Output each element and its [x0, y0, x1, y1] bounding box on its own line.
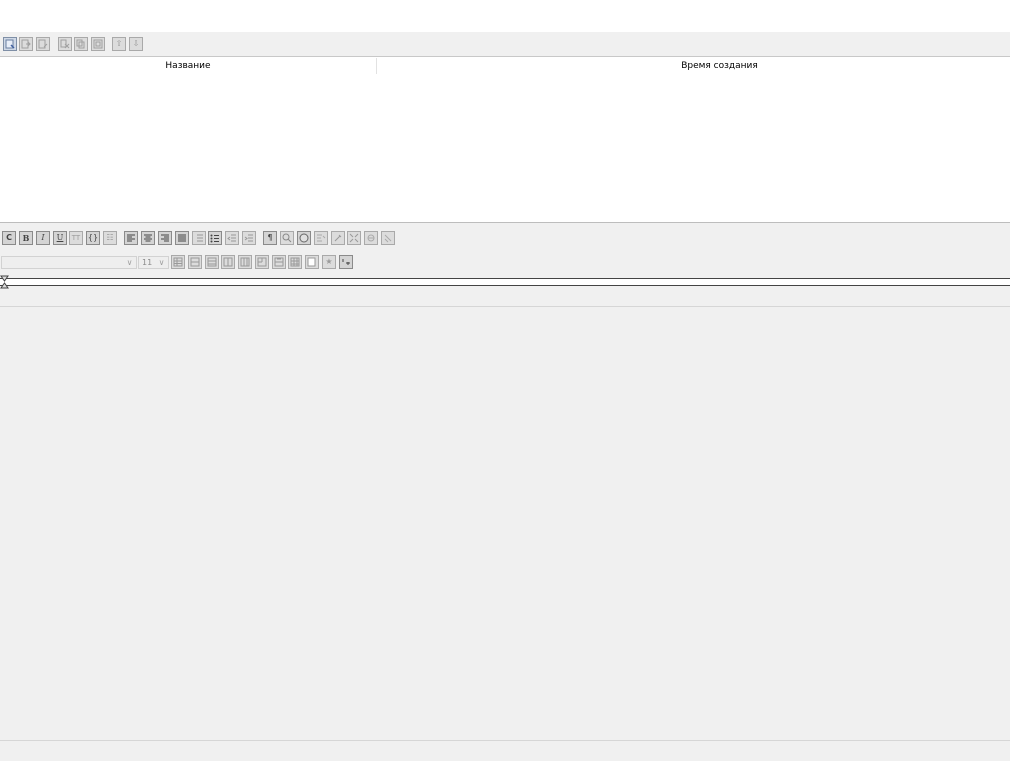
- special-char-icon[interactable]: [339, 255, 353, 269]
- underline-icon[interactable]: U: [53, 231, 67, 245]
- table-row-add-icon[interactable]: [188, 255, 202, 269]
- bold-icon[interactable]: B: [19, 231, 33, 245]
- column-header-name[interactable]: Название: [0, 57, 376, 75]
- code-icon[interactable]: {}: [86, 231, 100, 245]
- expand-icon[interactable]: [347, 231, 361, 245]
- font-family-select[interactable]: ∨: [1, 256, 137, 269]
- editor-ruler[interactable]: [0, 278, 1010, 286]
- table-icon[interactable]: [171, 255, 185, 269]
- new-note-icon[interactable]: [3, 37, 17, 51]
- chevron-down-icon: ∨: [158, 258, 165, 267]
- clear-format-icon[interactable]: C: [2, 231, 16, 245]
- import-icon[interactable]: [36, 37, 50, 51]
- format-toolbar: C B I U TT {} ☷ ¶: [0, 230, 1010, 246]
- table-row-del-icon[interactable]: [205, 255, 219, 269]
- attach-icon[interactable]: [381, 231, 395, 245]
- font-toolbar: ∨ 11 ∨ ★: [0, 254, 1010, 270]
- table-split-icon[interactable]: [272, 255, 286, 269]
- italic-icon[interactable]: I: [36, 231, 50, 245]
- table-cell-icon[interactable]: [305, 255, 319, 269]
- star-icon[interactable]: ★: [322, 255, 336, 269]
- main-toolbar: ⇧ ⇩: [0, 32, 1010, 57]
- table-col-add-icon[interactable]: [221, 255, 235, 269]
- export-icon[interactable]: [19, 37, 33, 51]
- move-up-icon[interactable]: ⇧: [112, 37, 126, 51]
- numbered-list-icon[interactable]: [192, 231, 206, 245]
- image-icon[interactable]: [314, 231, 328, 245]
- window-top-area: [0, 0, 1010, 32]
- chevron-down-icon: ∨: [126, 258, 133, 267]
- copy-icon[interactable]: [74, 37, 88, 51]
- find-icon[interactable]: [280, 231, 294, 245]
- align-right-icon[interactable]: [158, 231, 172, 245]
- pilcrow-icon[interactable]: ¶: [263, 231, 277, 245]
- color-icon[interactable]: [297, 231, 311, 245]
- cut-icon[interactable]: [58, 37, 72, 51]
- tool-icon[interactable]: [331, 231, 345, 245]
- status-bar: [0, 741, 1010, 761]
- link-icon[interactable]: [364, 231, 378, 245]
- align-center-icon[interactable]: [141, 231, 155, 245]
- font-size-value: 11: [142, 258, 153, 267]
- monospace-icon[interactable]: TT: [69, 231, 83, 245]
- align-justify-icon[interactable]: [175, 231, 189, 245]
- font-size-select[interactable]: 11 ∨: [138, 256, 169, 269]
- table-merge-icon[interactable]: [255, 255, 269, 269]
- align-left-icon[interactable]: [124, 231, 138, 245]
- column-header-created[interactable]: Время создания: [377, 57, 1010, 75]
- editor-text-area[interactable]: [0, 307, 1010, 740]
- notes-table-header: Название Время создания: [0, 57, 1010, 75]
- notes-table-body[interactable]: [0, 75, 1010, 223]
- move-down-icon[interactable]: ⇩: [129, 37, 143, 51]
- indent-marker-icon[interactable]: [0, 275, 9, 289]
- table-col-del-icon[interactable]: [238, 255, 252, 269]
- table-props-icon[interactable]: [288, 255, 302, 269]
- indent-less-icon[interactable]: [225, 231, 239, 245]
- hr-icon[interactable]: ☷: [103, 231, 117, 245]
- paste-icon[interactable]: [91, 37, 105, 51]
- bullet-list-icon[interactable]: [208, 231, 222, 245]
- indent-more-icon[interactable]: [242, 231, 256, 245]
